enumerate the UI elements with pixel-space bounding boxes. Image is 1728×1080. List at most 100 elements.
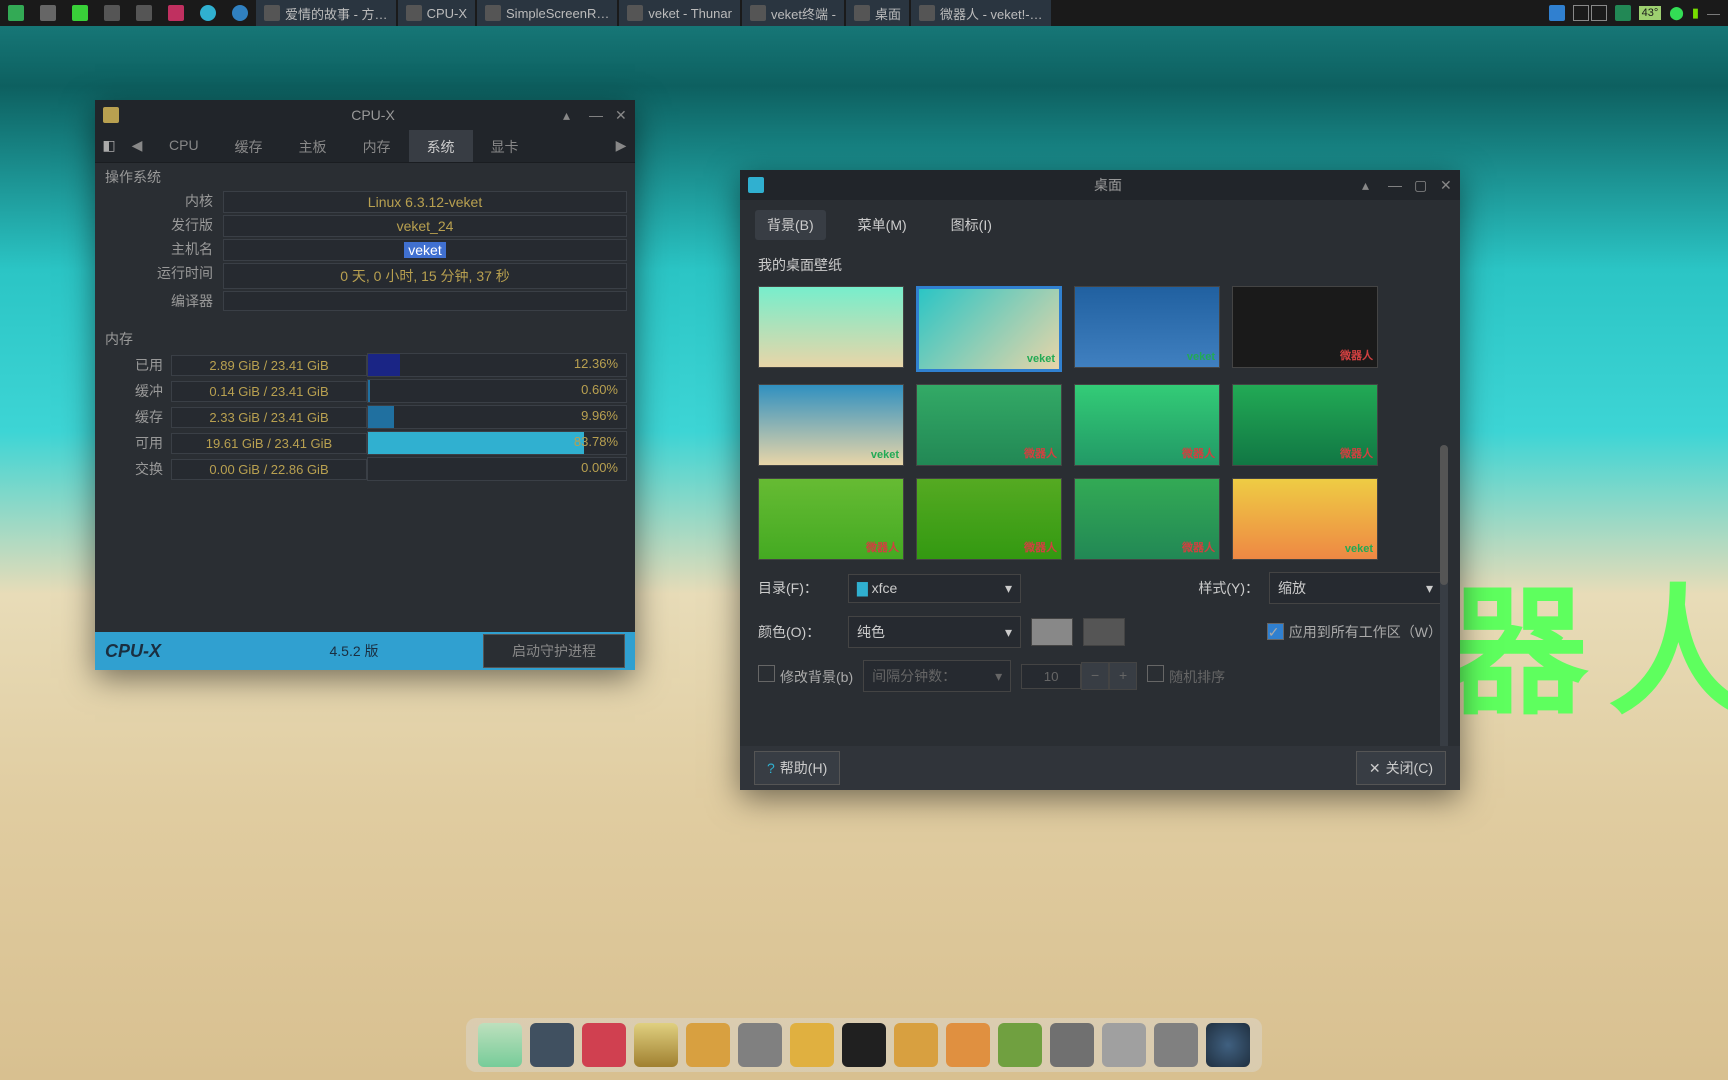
chevron-down-icon: ▾ [1426, 580, 1433, 597]
taskbar-item[interactable]: veket终端 - [742, 0, 844, 26]
roll-up-icon[interactable]: ▴ [563, 108, 577, 122]
wallpaper-scrollbar[interactable] [1440, 445, 1448, 755]
wallpaper-thumb[interactable]: 微器人 [916, 478, 1062, 560]
hostname-value: veket [223, 239, 627, 261]
random-checkbox[interactable]: 随机排序 [1147, 665, 1225, 687]
tab-icons[interactable]: 图标(I) [939, 210, 1004, 240]
interval-spinner[interactable]: − + [1021, 662, 1137, 690]
mem-bar: 9.96% [367, 405, 627, 429]
taskbar-item[interactable]: CPU-X [398, 0, 475, 26]
network-icon[interactable]: ⬤ [1669, 5, 1684, 21]
mem-text: 2.89 GiB / 23.41 GiB [171, 355, 367, 376]
help-button[interactable]: ?帮助(H) [754, 751, 840, 785]
taskbar-item[interactable]: 微器人 - veket!-… [911, 0, 1051, 26]
minimize-icon[interactable]: — [589, 108, 603, 122]
dock-icon[interactable] [1102, 1023, 1146, 1067]
color-mode-select[interactable]: 纯色▾ [848, 616, 1021, 648]
taskbar-item[interactable]: 桌面 [846, 0, 909, 26]
tray-icon[interactable] [224, 0, 256, 26]
wallpaper-thumb[interactable]: veket [916, 286, 1062, 372]
dock-icon[interactable] [738, 1023, 782, 1067]
dock-icon[interactable] [894, 1023, 938, 1067]
cpux-tab-icon[interactable]: ◧ [95, 130, 123, 162]
tab-cache[interactable]: 缓存 [217, 130, 281, 162]
wallpaper-thumb[interactable]: 微器人 [1074, 478, 1220, 560]
thumb-badge: veket [1345, 543, 1373, 555]
cpux-logo: CPU-X [105, 641, 225, 662]
taskbar-item[interactable]: SimpleScreenR… [477, 0, 617, 26]
dock-icon[interactable] [1206, 1023, 1250, 1067]
app-menu-icon[interactable] [0, 0, 32, 26]
close-icon[interactable]: ✕ [615, 108, 629, 122]
tray-icon[interactable] [160, 0, 192, 26]
roll-up-icon[interactable]: ▴ [1362, 178, 1376, 192]
wallpaper-thumb[interactable]: 微器人 [758, 478, 904, 560]
workspace-switcher[interactable] [1573, 5, 1607, 21]
wallpaper-thumb[interactable]: 微器人 [1232, 384, 1378, 466]
hostname-label: 主机名 [103, 239, 223, 261]
tab-mainboard[interactable]: 主板 [281, 130, 345, 162]
wallpaper-thumb[interactable] [758, 286, 904, 368]
tab-background[interactable]: 背景(B) [755, 210, 826, 240]
checkbox-icon [1147, 665, 1164, 682]
wallpaper-thumb[interactable]: 微器人 [1074, 384, 1220, 466]
dock-icon[interactable] [1154, 1023, 1198, 1067]
dock-icon[interactable] [530, 1023, 574, 1067]
dock-icon[interactable] [686, 1023, 730, 1067]
taskbar-item[interactable]: 爱情的故事 - 方… [256, 0, 396, 26]
tab-memory[interactable]: 内存 [345, 130, 409, 162]
dock-icon[interactable] [1050, 1023, 1094, 1067]
scrollbar-thumb[interactable] [1440, 445, 1448, 585]
menu-icon[interactable]: — [1707, 6, 1720, 21]
directory-select[interactable]: ▇ xfce▾ [848, 574, 1021, 603]
dock-icon[interactable] [998, 1023, 1042, 1067]
temp-indicator[interactable]: 43° [1639, 6, 1662, 20]
tab-next-icon[interactable]: ▶ [607, 130, 635, 162]
wallpaper-thumb[interactable]: veket [1232, 478, 1378, 560]
tray-icon[interactable] [192, 0, 224, 26]
dock-icon[interactable] [946, 1023, 990, 1067]
tab-menu[interactable]: 菜单(M) [846, 210, 919, 240]
interval-unit-select[interactable]: 间隔分钟数：▾ [863, 660, 1011, 692]
wallpaper-thumb[interactable]: veket [1074, 286, 1220, 368]
change-bg-checkbox[interactable]: 修改背景(b) [758, 665, 853, 687]
tray-icon[interactable] [64, 0, 96, 26]
kernel-label: 内核 [103, 191, 223, 213]
thumb-badge: veket [871, 449, 899, 461]
wallpaper-thumb[interactable]: 微器人 [1232, 286, 1378, 368]
plus-icon[interactable]: + [1109, 662, 1137, 690]
cpux-titlebar[interactable]: CPU-X ▴ — ✕ [95, 100, 635, 130]
style-select[interactable]: 缩放▾ [1269, 572, 1442, 604]
tab-prev-icon[interactable]: ◀ [123, 130, 151, 162]
tray-icon[interactable] [96, 0, 128, 26]
dock-icon[interactable] [478, 1023, 522, 1067]
distro-value: veket_24 [223, 215, 627, 237]
close-button[interactable]: ✕关闭(C) [1356, 751, 1446, 785]
color-primary[interactable] [1031, 618, 1073, 646]
dock-icon[interactable] [842, 1023, 886, 1067]
dock-icon[interactable] [582, 1023, 626, 1067]
pinyin-icon[interactable] [1615, 5, 1631, 21]
wallpaper-thumb[interactable]: veket [758, 384, 904, 466]
color-secondary[interactable] [1083, 618, 1125, 646]
minus-icon[interactable]: − [1081, 662, 1109, 690]
minimize-icon[interactable]: — [1388, 178, 1402, 192]
tab-graphics[interactable]: 显卡 [473, 130, 537, 162]
screenshot-icon[interactable] [1549, 5, 1565, 21]
close-icon[interactable]: ✕ [1440, 178, 1454, 192]
interval-input[interactable] [1021, 664, 1081, 689]
maximize-icon[interactable]: ▢ [1414, 178, 1428, 192]
tab-system[interactable]: 系统 [409, 130, 473, 162]
dock-icon[interactable] [790, 1023, 834, 1067]
dock-icon[interactable] [634, 1023, 678, 1067]
desktop-titlebar[interactable]: 桌面 ▴ — ▢ ✕ [740, 170, 1460, 200]
start-daemon-button[interactable]: 启动守护进程 [483, 634, 625, 668]
style-label: 样式(Y)： [1198, 578, 1259, 598]
tray-icon[interactable] [32, 0, 64, 26]
wallpaper-thumb[interactable]: 微器人 [916, 384, 1062, 466]
apply-all-checkbox[interactable]: ✓应用到所有工作区（W） [1267, 622, 1442, 642]
taskbar-item[interactable]: veket - Thunar [619, 0, 740, 26]
tab-cpu[interactable]: CPU [151, 130, 217, 162]
tray-icon[interactable] [128, 0, 160, 26]
battery-icon[interactable]: ▮ [1692, 5, 1699, 21]
